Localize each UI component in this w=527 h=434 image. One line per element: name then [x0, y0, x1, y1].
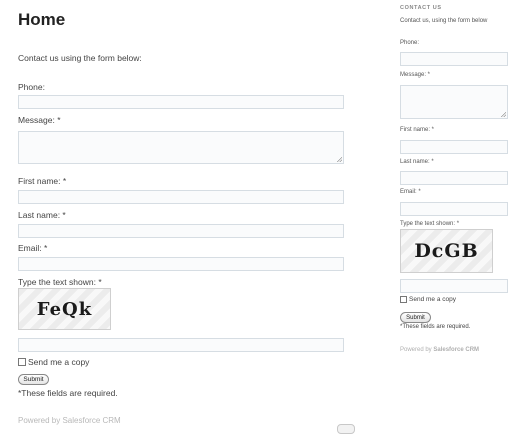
- submit-button[interactable]: Submit: [18, 374, 49, 385]
- side-phone-label: Phone:: [400, 40, 420, 46]
- side-send-copy-row[interactable]: Send me a copy: [400, 296, 456, 303]
- captcha-label: Type the text shown: *: [18, 277, 102, 287]
- email-label: Email: *: [18, 243, 48, 253]
- widget-intro: Contact us, using the form below: [400, 18, 488, 24]
- form-intro: Contact us using the form below:: [18, 53, 142, 63]
- scroll-handle[interactable]: [337, 424, 355, 434]
- side-powered-link[interactable]: Salesforce CRM: [433, 347, 479, 353]
- captcha-text: FeQk: [36, 298, 93, 320]
- powered-by: Powered by Salesforce CRM: [18, 416, 121, 425]
- side-first-name-label: First name: *: [400, 127, 435, 133]
- page-title: Home: [18, 10, 66, 29]
- side-captcha-label: Type the text shown: *: [400, 221, 460, 227]
- powered-prefix: Powered by: [18, 416, 63, 425]
- side-message-label: Message: *: [400, 72, 431, 78]
- side-required-note: *These fields are required.: [400, 324, 471, 330]
- phone-label: Phone:: [18, 82, 45, 92]
- last-name-input[interactable]: [18, 224, 344, 238]
- side-email-input[interactable]: [400, 202, 508, 216]
- side-powered-prefix: Powered by: [400, 347, 434, 353]
- email-input[interactable]: [18, 257, 344, 271]
- side-last-name-label: Last name: *: [400, 159, 434, 165]
- first-name-input[interactable]: [18, 190, 344, 204]
- send-copy-row[interactable]: Send me a copy: [18, 357, 89, 367]
- first-name-label: First name: *: [18, 176, 67, 186]
- side-send-copy-label: Send me a copy: [409, 296, 456, 303]
- side-email-label: Email: *: [400, 189, 421, 195]
- send-copy-checkbox[interactable]: [18, 358, 26, 366]
- side-captcha-image: DcGB: [400, 229, 493, 273]
- captcha-input[interactable]: [18, 338, 344, 352]
- required-note: *These fields are required.: [18, 388, 118, 398]
- side-send-copy-checkbox[interactable]: [400, 296, 407, 303]
- side-captcha-input[interactable]: [400, 279, 508, 293]
- captcha-image: FeQk: [18, 288, 111, 330]
- side-phone-input[interactable]: [400, 52, 508, 66]
- send-copy-label: Send me a copy: [28, 357, 90, 367]
- phone-input[interactable]: [18, 95, 344, 109]
- resize-grip-icon[interactable]: [337, 157, 342, 162]
- side-captcha-text: DcGB: [414, 240, 479, 262]
- side-message-textarea[interactable]: [400, 85, 508, 119]
- side-last-name-input[interactable]: [400, 171, 508, 185]
- side-resize-grip-icon[interactable]: [501, 112, 506, 117]
- message-textarea[interactable]: [18, 131, 344, 164]
- side-submit-button[interactable]: Submit: [400, 312, 431, 323]
- widget-title: CONTACT US: [400, 5, 442, 11]
- powered-link[interactable]: Salesforce CRM: [62, 416, 120, 425]
- last-name-label: Last name: *: [18, 210, 66, 220]
- side-powered-by: Powered by Salesforce CRM: [400, 347, 479, 353]
- side-first-name-input[interactable]: [400, 140, 508, 154]
- message-label: Message: *: [18, 115, 61, 125]
